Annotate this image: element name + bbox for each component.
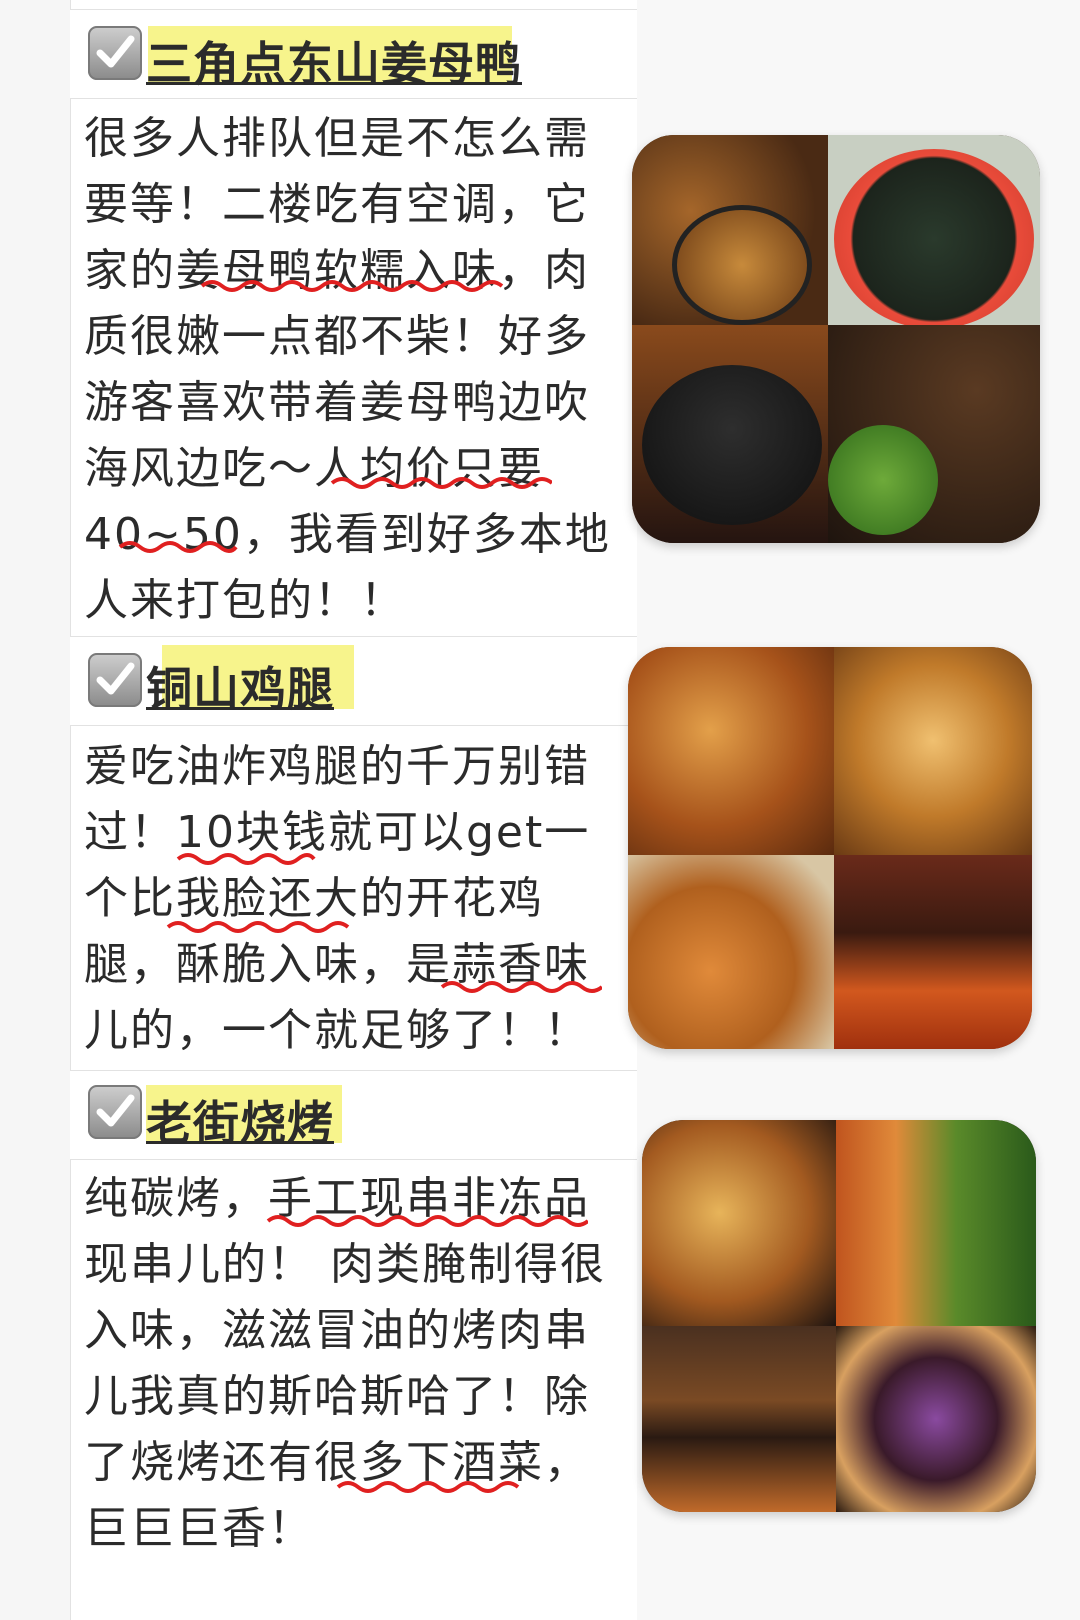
photo-tile: [642, 1120, 836, 1326]
photo-tile: [628, 855, 834, 1049]
text-line: 40~50，我看到好多本地: [84, 509, 611, 560]
photo-detail: [672, 205, 812, 325]
text-line: 海风边吃～人均价只要: [84, 443, 544, 494]
entry-title-row: 三角点东山姜母鸭: [70, 9, 637, 99]
checkbox-icon: [88, 1085, 142, 1139]
wavy-underline: [200, 280, 504, 292]
entry-title: 铜山鸡腿: [146, 662, 334, 716]
photo-detail: [828, 425, 938, 535]
entry-title-row: 老街烧烤: [70, 1070, 637, 1160]
text-line: 儿我真的斯哈斯哈了！除: [84, 1371, 590, 1422]
text-line: 入味，滋滋冒油的烤肉串: [84, 1305, 590, 1356]
text-line: 要等！二楼吃有空调，它: [84, 179, 590, 230]
photo-tile: [836, 1326, 1036, 1512]
photo-tile: [632, 325, 828, 543]
bbq-photo[interactable]: [642, 1120, 1036, 1512]
text-line: 爱吃油炸鸡腿的千万别错: [84, 741, 590, 792]
text-line: 现串儿的！ 肉类腌制得很: [84, 1239, 606, 1290]
text-line: 很多人排队但是不怎么需: [84, 113, 590, 164]
photo-tile: [828, 325, 1040, 543]
photo-tile: [834, 647, 1032, 855]
note-page: 三角点东山姜母鸭 很多人排队但是不怎么需 要等！二楼吃有空调，它 家的姜母鸭软糯…: [0, 0, 1080, 1620]
entry-description: 爱吃油炸鸡腿的千万别错 过！10块钱就可以get一 个比我脸还大的开花鸡 腿，酥…: [84, 734, 624, 1064]
wavy-underline: [336, 1481, 520, 1493]
photo-tile: [836, 1120, 1036, 1326]
ginger-duck-photo[interactable]: [632, 135, 1040, 543]
checkbox-icon: [88, 653, 142, 707]
wavy-underline: [176, 853, 316, 865]
photo-tile: [628, 647, 834, 855]
entry-title: 老街烧烤: [146, 1096, 334, 1150]
text-line: 巨巨巨香！: [84, 1503, 314, 1554]
fried-chicken-photo[interactable]: [628, 647, 1032, 1049]
text-line: 人来打包的！！: [84, 575, 406, 626]
entry-title-row: 铜山鸡腿: [70, 636, 637, 726]
photo-tile: [642, 1326, 836, 1512]
text-line: 过！10块钱就可以get一: [84, 807, 591, 858]
entry-title: 三角点东山姜母鸭: [146, 37, 522, 91]
checkbox-icon: [88, 26, 142, 80]
photo-detail: [642, 365, 822, 525]
text-line: 儿的，一个就足够了！！: [84, 1005, 590, 1056]
photo-tile: [828, 135, 1040, 329]
text-line: 质很嫩一点都不柴！好多: [84, 311, 590, 362]
photo-detail: [834, 149, 1034, 329]
photo-tile: [834, 855, 1032, 1049]
photo-tile: [632, 135, 828, 325]
wavy-underline: [166, 921, 350, 933]
text-line: 游客喜欢带着姜母鸭边吹: [84, 377, 590, 428]
wavy-underline: [440, 981, 602, 993]
wavy-underline: [266, 1215, 588, 1227]
wavy-underline: [118, 541, 238, 553]
wavy-underline: [330, 477, 552, 489]
